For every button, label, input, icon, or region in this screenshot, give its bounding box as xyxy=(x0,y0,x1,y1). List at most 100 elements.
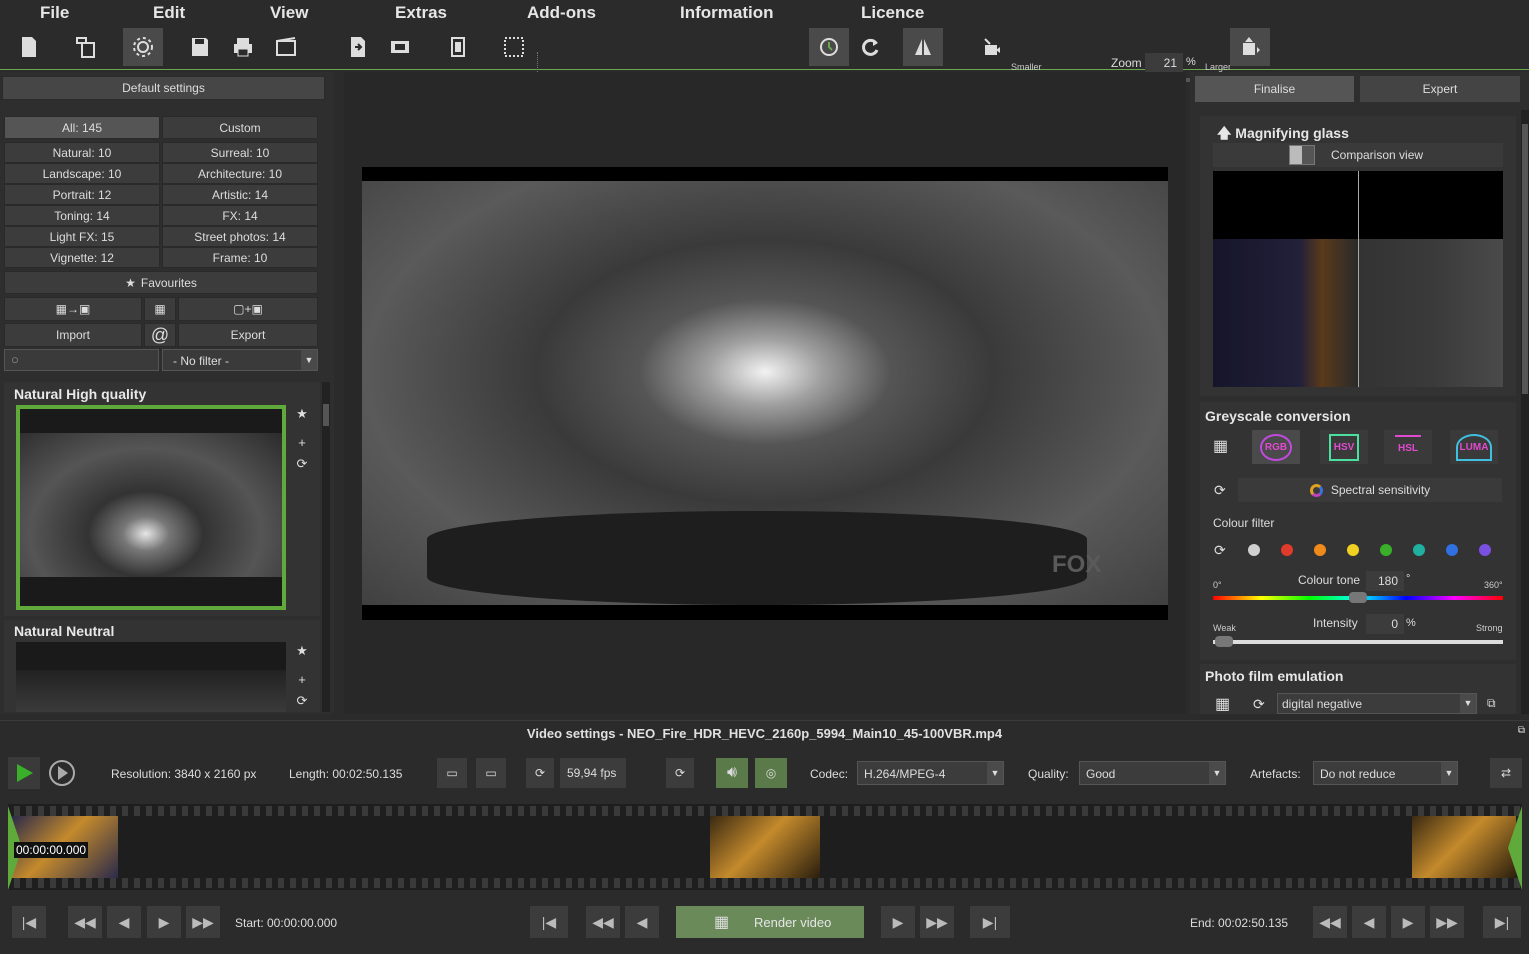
colour-filter-swatch[interactable] xyxy=(1347,544,1359,556)
history-icon[interactable] xyxy=(809,28,849,66)
comparison-view-toggle[interactable] xyxy=(1289,145,1315,165)
category-item[interactable]: FX: 14 xyxy=(162,205,318,226)
end-step-forward-icon[interactable]: ▶ xyxy=(1391,906,1425,938)
magnifier-view[interactable] xyxy=(1213,171,1503,387)
speaker-icon[interactable]: 🔊︎ xyxy=(716,758,748,788)
export-button[interactable]: Export xyxy=(178,323,318,347)
export-preset-icon[interactable]: ▢+▣ xyxy=(178,297,318,321)
import-preset-icon[interactable]: ▦→▣ xyxy=(4,297,142,321)
colour-filter-swatch[interactable] xyxy=(1248,544,1260,556)
menu-information[interactable]: Information xyxy=(680,3,774,23)
category-item[interactable]: Light FX: 15 xyxy=(4,226,160,247)
fit-height-icon[interactable]: ▭ xyxy=(476,758,506,788)
gs-mode-rgb[interactable]: RGB xyxy=(1252,430,1300,464)
category-custom[interactable]: Custom xyxy=(162,116,318,139)
add-icon[interactable]: + xyxy=(294,435,310,451)
scrollbar-thumb[interactable] xyxy=(1522,124,1528,394)
preset-filter-select[interactable]: - No filter - ▼ xyxy=(162,349,318,371)
fast-forward-icon[interactable]: ▶▶ xyxy=(186,906,220,938)
default-settings-button[interactable]: Default settings xyxy=(2,76,325,100)
presets-icon[interactable] xyxy=(123,28,163,66)
add-icon[interactable]: + xyxy=(294,672,310,688)
preset-grid-icon[interactable]: ▦ xyxy=(1215,694,1230,714)
print-icon[interactable] xyxy=(223,28,263,66)
menu-licence[interactable]: Licence xyxy=(861,3,924,23)
preset-thumbnail-1[interactable] xyxy=(16,405,286,610)
timeline[interactable]: 00:00:00.000 xyxy=(8,804,1522,890)
end-step-back-icon[interactable]: ◀ xyxy=(1352,906,1386,938)
category-item[interactable]: Natural: 10 xyxy=(4,142,160,163)
reset-spectral-icon[interactable]: ⟳ xyxy=(1214,482,1226,499)
render-video-button[interactable]: ▦ Render video xyxy=(676,906,864,938)
reset-audio-icon[interactable]: ⟳ xyxy=(666,758,694,788)
menu-addons[interactable]: Add-ons xyxy=(527,3,596,23)
preset-thumbnail-2[interactable] xyxy=(16,642,286,712)
info-panel-icon[interactable] xyxy=(438,28,478,66)
category-item[interactable]: Frame: 10 xyxy=(162,247,318,268)
go-to-end-icon[interactable]: ▶| xyxy=(1483,906,1521,938)
category-all[interactable]: All: 145 xyxy=(4,116,160,139)
spectral-sensitivity-button[interactable]: Spectral sensitivity xyxy=(1238,478,1502,502)
play-button[interactable] xyxy=(8,757,40,789)
video-options-icon[interactable]: ⇄ xyxy=(1490,758,1522,788)
save-icon[interactable] xyxy=(180,28,220,66)
film-select[interactable]: digital negative ▼ xyxy=(1277,693,1477,714)
preset-scrollbar[interactable] xyxy=(322,382,330,712)
email-button[interactable]: @ xyxy=(144,323,176,347)
scrollbar-thumb[interactable] xyxy=(323,404,329,426)
preset-search-input[interactable]: ○ xyxy=(4,349,159,371)
end-marker[interactable] xyxy=(1508,806,1522,890)
filmstrip-icon[interactable] xyxy=(380,28,420,66)
artefacts-select[interactable]: Do not reduce ▼ xyxy=(1313,761,1458,785)
film-options-icon[interactable]: ⧉ xyxy=(1487,696,1496,711)
preview-play-button[interactable] xyxy=(46,757,78,789)
compare-mirror-icon[interactable] xyxy=(903,28,943,66)
category-item[interactable]: Vignette: 12 xyxy=(4,247,160,268)
colour-filter-swatch[interactable] xyxy=(1479,544,1491,556)
intensity-handle[interactable] xyxy=(1215,636,1233,647)
zoom-out-icon[interactable] xyxy=(972,28,1012,66)
fps-field[interactable]: 59,94 fps xyxy=(560,758,626,788)
menu-extras[interactable]: Extras xyxy=(395,3,447,23)
favourite-star-icon[interactable]: ★ xyxy=(294,643,310,659)
category-item[interactable]: Portrait: 12 xyxy=(4,184,160,205)
colour-filter-swatch[interactable] xyxy=(1281,544,1293,556)
colour-tone-input[interactable]: 180 xyxy=(1366,571,1404,591)
forward-icon[interactable]: ▶▶ xyxy=(920,906,954,938)
end-fast-forward-icon[interactable]: ▶▶ xyxy=(1430,906,1464,938)
video-icon[interactable] xyxy=(266,28,306,66)
jump-start-icon[interactable]: |◀ xyxy=(530,906,568,938)
detach-icon[interactable]: ⧉ xyxy=(1518,725,1525,736)
timeline-thumb-middle[interactable] xyxy=(710,816,820,878)
category-item[interactable]: Architecture: 10 xyxy=(162,163,318,184)
favourites-button[interactable]: ★ Favourites xyxy=(4,271,318,294)
timeline-thumb-end[interactable] xyxy=(1412,816,1516,878)
intensity-slider[interactable] xyxy=(1213,640,1503,644)
prev-frame-icon[interactable]: ◀ xyxy=(625,906,659,938)
preview-frame[interactable]: FOX xyxy=(362,167,1168,620)
gs-mode-hsv[interactable]: HSV xyxy=(1320,430,1368,464)
export-file-icon[interactable] xyxy=(338,28,378,66)
colour-tone-handle[interactable] xyxy=(1349,592,1367,603)
quality-select[interactable]: Good ▼ xyxy=(1079,761,1226,785)
refresh-icon[interactable]: ⟳ xyxy=(294,456,310,472)
step-back-icon[interactable]: ◀ xyxy=(107,906,141,938)
menu-view[interactable]: View xyxy=(270,3,308,23)
fit-width-icon[interactable]: ▭ xyxy=(437,758,467,788)
import-button[interactable]: Import xyxy=(4,323,142,347)
step-forward-icon[interactable]: ▶ xyxy=(147,906,181,938)
redo-icon[interactable] xyxy=(850,28,890,66)
preset-grid-icon[interactable]: ▦ xyxy=(1213,436,1243,458)
audio-settings-icon[interactable]: ◎ xyxy=(755,758,787,788)
reset-colour-filter-icon[interactable]: ⟳ xyxy=(1214,542,1226,559)
codec-select[interactable]: H.264/MPEG-4 ▼ xyxy=(857,761,1004,785)
menu-edit[interactable]: Edit xyxy=(153,3,185,23)
category-item[interactable]: Toning: 14 xyxy=(4,205,160,226)
tab-expert[interactable]: Expert xyxy=(1360,76,1520,102)
refresh-icon[interactable]: ⟳ xyxy=(294,693,310,709)
category-item[interactable]: Surreal: 10 xyxy=(162,142,318,163)
fast-rewind-icon[interactable]: ◀◀ xyxy=(68,906,102,938)
reset-fps-icon[interactable]: ⟳ xyxy=(526,758,554,788)
rewind-icon[interactable]: ◀◀ xyxy=(586,906,620,938)
next-frame-icon[interactable]: ▶ xyxy=(881,906,915,938)
